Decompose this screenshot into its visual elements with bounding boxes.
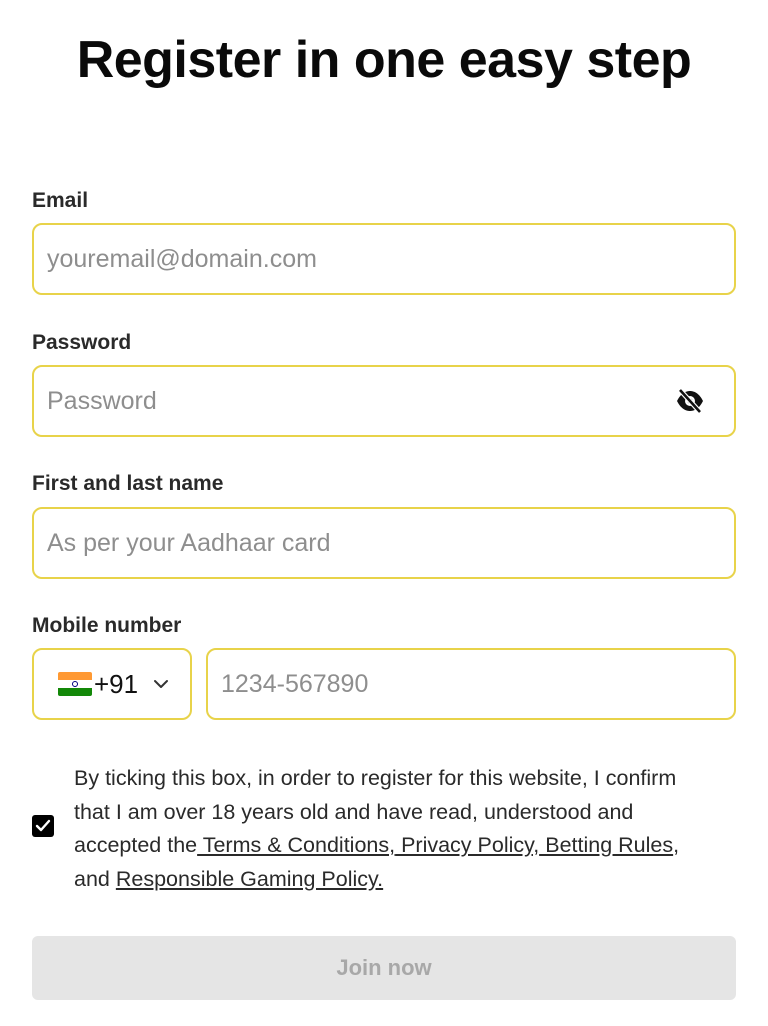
consent-block: By ticking this box, in order to registe…: [32, 762, 736, 892]
checkmark-icon: [35, 819, 51, 832]
betting-rules-link[interactable]: Betting Rules: [539, 833, 673, 857]
password-input[interactable]: [34, 367, 670, 435]
password-field-box: [32, 365, 736, 437]
dial-code: +91: [94, 668, 139, 699]
mobile-label: Mobile number: [32, 614, 182, 637]
email-label: Email: [32, 189, 89, 212]
phone-field-box: [206, 648, 736, 720]
join-now-button[interactable]: Join now: [32, 936, 736, 1000]
responsible-gaming-link[interactable]: Responsible Gaming Policy.: [116, 867, 383, 891]
email-field-box: [32, 223, 736, 295]
name-label: First and last name: [32, 472, 224, 495]
email-input[interactable]: [34, 225, 734, 293]
terms-link[interactable]: Terms & Conditions,: [197, 833, 395, 857]
country-code-select[interactable]: +91: [32, 648, 192, 720]
privacy-policy-link[interactable]: Privacy Policy,: [395, 833, 539, 857]
chevron-down-icon: [152, 678, 170, 690]
page-title: Register in one easy step: [76, 31, 692, 89]
password-label: Password: [32, 331, 132, 354]
registration-page: Register in one easy step Email Password…: [0, 0, 768, 1026]
eye-slash-icon[interactable]: [670, 381, 710, 421]
consent-checkbox[interactable]: [32, 815, 54, 837]
consent-text: By ticking this box, in order to registe…: [74, 762, 714, 896]
full-name-input[interactable]: [34, 509, 734, 577]
india-flag-icon: [58, 672, 92, 696]
mobile-number-input[interactable]: [208, 650, 734, 718]
name-field-box: [32, 507, 736, 579]
